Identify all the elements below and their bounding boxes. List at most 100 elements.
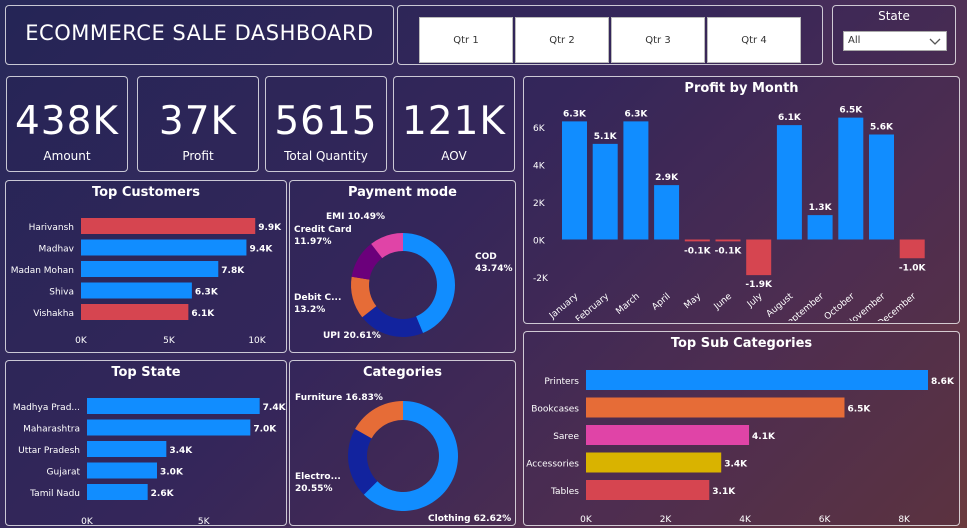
slice-label: Debit C... <box>294 293 341 303</box>
category-label: Tamil Nadu <box>29 489 80 499</box>
kpi-label: Total Quantity <box>284 149 368 163</box>
top-customers-panel: Top Customers Harivansh 9.9K Madhav 9.4K Mad… <box>5 180 287 353</box>
bar <box>746 239 772 276</box>
top-state-panel: Top State Madhya Prad... 7.4K Maharashtra 7… <box>5 360 287 526</box>
bar <box>869 134 894 240</box>
data-label: 2.9K <box>655 173 679 183</box>
category-label: Printers <box>544 377 579 387</box>
chart-title: Categories <box>362 365 442 380</box>
top-customers-chart: Harivansh 9.9K Madhav 9.4K Madan Mohan 7.8K Sh… <box>11 218 282 346</box>
category-label: Accessories <box>526 460 579 470</box>
category-label: Tables <box>550 487 579 497</box>
bar <box>562 121 587 240</box>
y-tick-label: 6K <box>533 124 546 134</box>
chart-title: Profit by Month <box>684 81 799 96</box>
category-label: Vishakha <box>33 309 74 319</box>
y-tick-label: -2K <box>533 274 549 284</box>
bar <box>81 304 189 320</box>
chart-title: Payment mode <box>348 185 457 200</box>
categories-chart: Clothing 62.62% Electro... 20.55% Furniture… <box>295 393 511 524</box>
bar <box>776 125 802 240</box>
y-tick-label: 4K <box>533 162 546 172</box>
state-filter-label: State <box>878 9 910 23</box>
bar <box>684 239 710 242</box>
chart-title: Top State <box>111 365 181 380</box>
kpi-value: 37K <box>158 99 238 144</box>
data-label: -1.9K <box>745 280 773 290</box>
slice-label: Clothing 62.62% <box>428 514 511 524</box>
category-label: Bookcases <box>531 405 579 415</box>
data-label: 3.0K <box>160 468 184 478</box>
kpi-card-quantity: 5615 Total Quantity <box>265 76 387 172</box>
quarter-button[interactable]: Qtr 2 <box>515 17 609 63</box>
data-label: 6.5K <box>839 106 863 116</box>
bar <box>807 215 833 240</box>
data-label: 6.3K <box>195 288 219 298</box>
bar <box>87 398 260 414</box>
payment-mode-panel: Payment mode COD 43.74% UPI 20.61% Debit C.… <box>289 180 516 353</box>
data-label: 3.1K <box>712 487 736 497</box>
x-tick-label: 0K <box>81 517 94 525</box>
kpi-label: Profit <box>182 149 214 163</box>
category-label: Shiva <box>49 288 74 298</box>
slice-label: COD <box>475 252 497 262</box>
bar <box>81 282 192 299</box>
bar <box>586 370 928 390</box>
slice-label: 13.2% <box>294 305 325 315</box>
kpi-label: Amount <box>43 149 91 163</box>
kpi-card-amount: 438K Amount <box>6 76 128 172</box>
bar <box>87 419 251 436</box>
data-label: 6.1K <box>778 113 802 123</box>
data-label: 8.6K <box>931 377 955 387</box>
kpi-card-profit: 37K Profit <box>137 76 259 172</box>
slice <box>355 401 403 439</box>
x-tick-label: May <box>683 291 704 311</box>
bar <box>586 480 710 500</box>
x-tick-label: 2K <box>660 515 673 525</box>
slice-label: UPI 20.61% <box>323 331 381 341</box>
state-dropdown-value: All <box>848 35 861 46</box>
data-label: -1.0K <box>899 263 927 273</box>
slice-label: 20.55% <box>295 484 333 494</box>
slice <box>348 428 378 495</box>
x-tick-label: February <box>574 291 611 321</box>
category-label: Madan Mohan <box>11 266 74 276</box>
data-label: 5.1K <box>594 132 618 142</box>
data-label: 2.6K <box>151 489 175 499</box>
bar <box>654 185 680 240</box>
category-label: Harivansh <box>29 223 74 233</box>
bar <box>81 218 256 234</box>
data-label: 9.9K <box>258 223 282 233</box>
x-tick-label: 0K <box>75 336 88 346</box>
quarter-button[interactable]: Qtr 4 <box>707 17 801 63</box>
data-label: 6.3K <box>624 109 648 119</box>
top-sub-categories-panel: Top Sub Categories Printers 8.6K Bookcases… <box>523 331 960 526</box>
kpi-value: 438K <box>14 99 119 144</box>
category-label: Madhya Prad... <box>13 403 80 413</box>
top-state-chart: Madhya Prad... 7.4K Maharashtra 7.0K Uttar P… <box>13 398 286 525</box>
x-tick-label: 0K <box>580 515 593 525</box>
top-sub-categories-chart: Printers 8.6K Bookcases 6.5K Saree 4.1K Access… <box>526 370 955 525</box>
slice <box>403 233 456 334</box>
chart-title: Top Sub Categories <box>670 336 813 351</box>
data-label: -0.1K <box>715 246 743 256</box>
state-dropdown[interactable]: All <box>843 31 947 51</box>
data-label: 7.4K <box>263 403 286 413</box>
bar <box>838 117 864 240</box>
category-label: Uttar Pradesh <box>18 446 80 456</box>
x-tick-label: March <box>614 292 641 317</box>
y-tick-label: 0K <box>533 237 546 247</box>
profit-by-month-panel: Profit by Month 6K 4K 2K 0K -2K 6.3K January 5.… <box>523 76 960 324</box>
category-label: Gujarat <box>47 468 81 478</box>
x-tick-label: April <box>650 292 672 313</box>
x-tick-label: 6K <box>819 515 832 525</box>
bar <box>715 239 741 242</box>
profit-by-month-chart: 6K4K2K0K-2K6.3KJanuary5.1KFebruary6.3KMa… <box>533 106 927 321</box>
categories-panel: Categories Clothing 62.62% Electro... 20.5… <box>289 360 516 526</box>
quarter-button[interactable]: Qtr 1 <box>419 17 513 63</box>
payment-mode-chart: COD 43.74% UPI 20.61% Debit C... 13.2% Credit… <box>294 212 513 341</box>
slice-label: Credit Card <box>294 225 352 235</box>
x-tick-label: 5K <box>163 336 176 346</box>
quarter-button[interactable]: Qtr 3 <box>611 17 705 63</box>
header-panel: ECOMMERCE SALE DASHBOARD <box>5 5 394 65</box>
